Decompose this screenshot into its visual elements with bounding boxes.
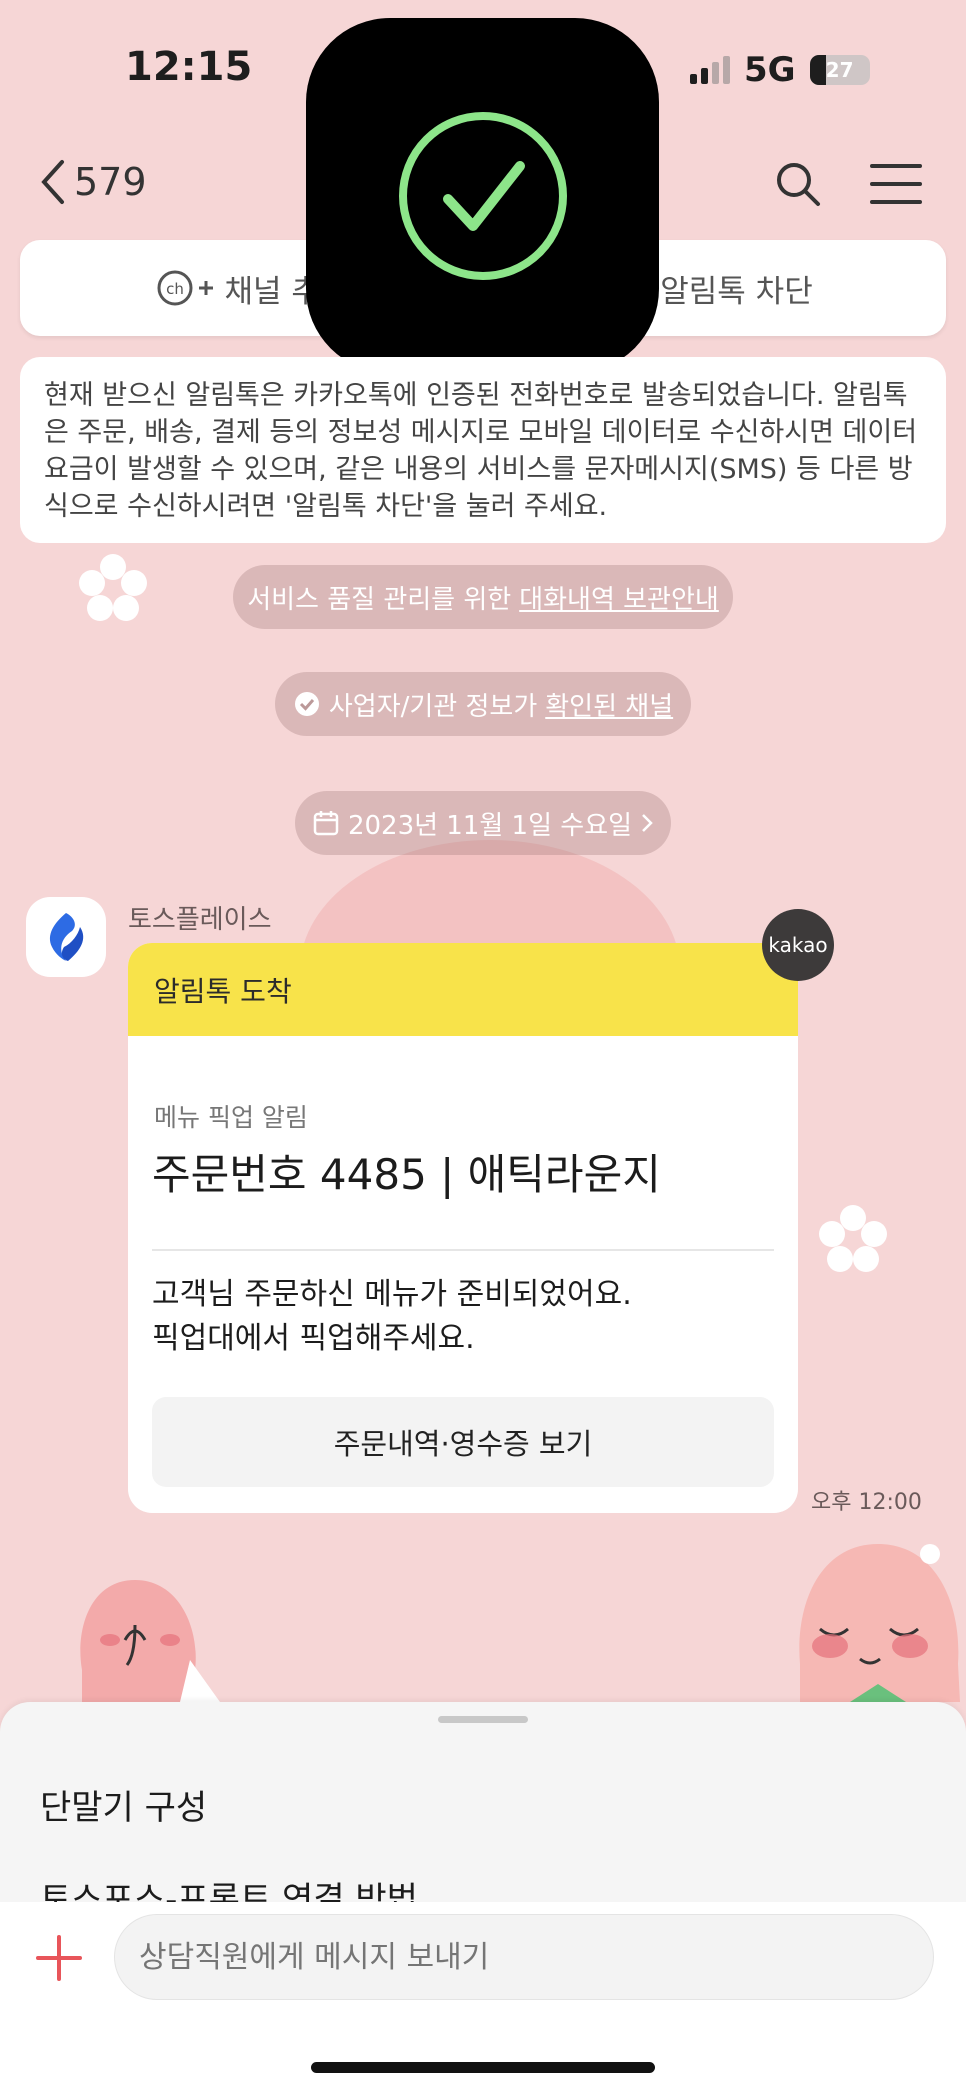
success-overlay xyxy=(306,18,659,373)
sender-name: 토스플레이스 xyxy=(128,905,272,935)
archive-notice-prefix: 서비스 품질 관리를 위한 xyxy=(247,584,512,615)
block-label: 알림톡 차단 xyxy=(660,273,813,310)
status-time: 12:15 xyxy=(125,44,253,90)
date-label: 2023년 11월 1일 수요일 xyxy=(347,810,633,841)
unread-count: 579 xyxy=(74,160,147,204)
quick-reply-item[interactable]: 단말기 구성 xyxy=(40,1780,207,1829)
order-title: 주문번호 4485 | 애틱라운지 xyxy=(152,1150,661,1199)
back-button[interactable]: 579 xyxy=(38,158,147,206)
calendar-icon xyxy=(313,811,339,836)
verified-channel-pill[interactable]: 사업자/기관 정보가 확인된 채널 xyxy=(275,672,691,736)
toss-logo-icon xyxy=(49,913,84,961)
menu-icon[interactable] xyxy=(870,162,922,206)
quick-reply-sheet: 단말기 구성 토스포스-프론트 연결 방법 xyxy=(0,1702,966,1902)
home-indicator xyxy=(311,2062,655,2073)
alimtalk-notice: 현재 받으신 알림톡은 카카오톡에 인증된 전화번호로 발송되었습니다. 알림톡… xyxy=(20,357,946,543)
peach-character-right xyxy=(799,1544,960,1702)
verified-badge-icon xyxy=(294,692,319,716)
background-flower-icon xyxy=(819,1205,887,1272)
battery-level: 27 xyxy=(825,58,854,82)
chevron-left-icon xyxy=(41,160,64,204)
bubble-body: 고객님 주문하신 메뉴가 준비되었어요. 픽업대에서 픽업해주세요. xyxy=(152,1273,632,1361)
background-flower-icon xyxy=(79,554,147,621)
alimtalk-message-bubble: 알림톡 도착 메뉴 픽업 알림 주문번호 4485 | 애틱라운지 고객님 주문… xyxy=(128,943,798,1513)
plus-icon[interactable] xyxy=(34,1933,84,1983)
archive-notice-pill[interactable]: 서비스 품질 관리를 위한 대화내역 보관안내 xyxy=(233,565,733,629)
peach-character-left xyxy=(80,1580,220,1702)
message-input[interactable] xyxy=(114,1914,934,2000)
body-line-1: 고객님 주문하신 메뉴가 준비되었어요. xyxy=(152,1277,632,1312)
archive-notice-link[interactable]: 대화내역 보관안내 xyxy=(519,579,719,616)
check-circle-icon xyxy=(398,111,567,280)
quick-reply-item[interactable]: 토스포스-프론트 연결 방법 xyxy=(40,1872,418,1902)
chevron-right-icon xyxy=(642,814,653,832)
svg-text:ch: ch xyxy=(166,280,184,298)
battery-icon: 27 xyxy=(809,55,870,85)
message-time: 오후 12:00 xyxy=(811,1490,922,1515)
kakao-badge: kakao xyxy=(762,909,834,981)
network-type: 5G xyxy=(744,50,796,90)
verified-link[interactable]: 확인된 채널 xyxy=(545,686,673,723)
search-icon[interactable] xyxy=(774,160,822,208)
status-indicators: 5G 27 xyxy=(690,50,870,90)
divider xyxy=(152,1249,774,1251)
sheet-handle[interactable] xyxy=(438,1716,528,1723)
sender-avatar[interactable] xyxy=(26,897,106,977)
channel-plus-icon: ch xyxy=(157,270,213,306)
verified-prefix: 사업자/기관 정보가 xyxy=(328,691,538,722)
signal-icon xyxy=(690,56,730,84)
view-receipt-button[interactable]: 주문내역·영수증 보기 xyxy=(152,1397,774,1487)
body-line-2: 픽업대에서 픽업해주세요. xyxy=(152,1321,475,1356)
date-pill[interactable]: 2023년 11월 1일 수요일 xyxy=(295,791,671,855)
bubble-subtitle: 메뉴 픽업 알림 xyxy=(154,1103,308,1132)
bubble-header: 알림톡 도착 xyxy=(128,943,798,1036)
